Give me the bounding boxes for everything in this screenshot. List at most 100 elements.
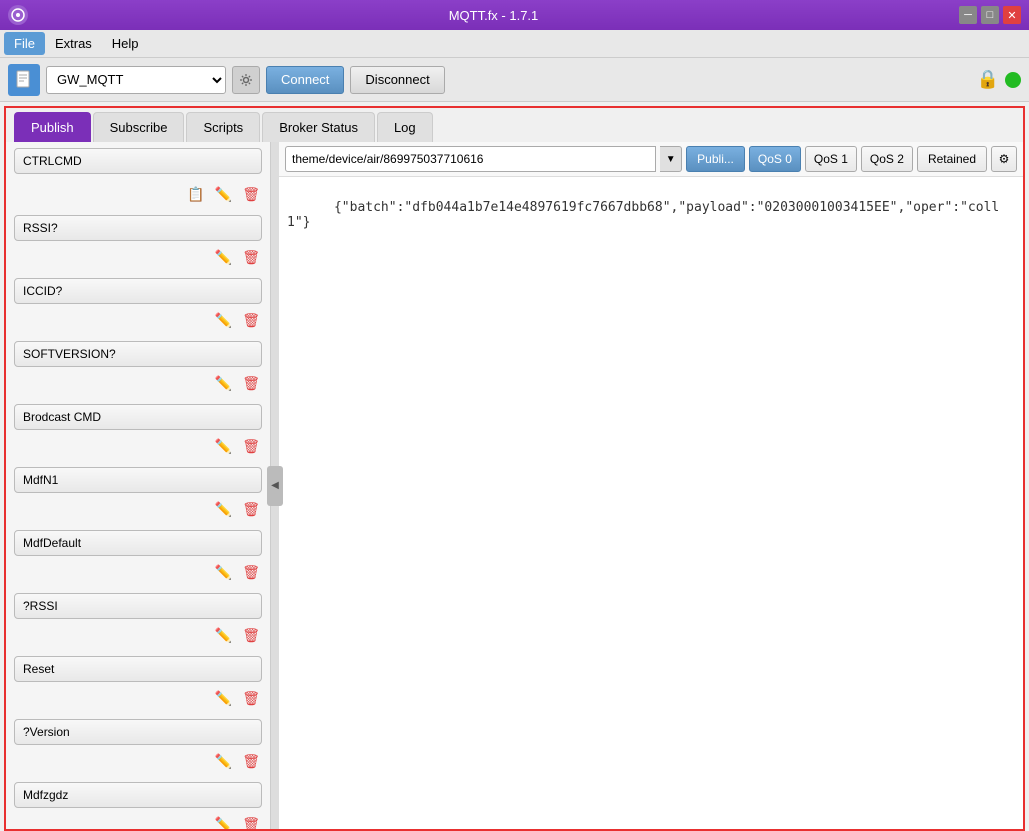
document-icon [15, 70, 33, 90]
message-area[interactable]: {"batch":"dfb044a1b7e14e4897619fc7667dbb… [279, 177, 1023, 829]
list-item-button-mdfzgdz[interactable]: Mdfzgdz [14, 782, 262, 808]
qos0-button[interactable]: QoS 0 [749, 146, 801, 172]
gear-icon [239, 73, 253, 87]
topic-input[interactable] [285, 146, 656, 172]
list-item-button-rssi[interactable]: RSSI? [14, 215, 262, 241]
list-item-icons: ✏️ 🗑 [6, 751, 270, 776]
retained-button[interactable]: Retained [917, 146, 987, 172]
list-item-icons: ✏️ 🗑 [6, 688, 270, 713]
toolbar-right: 🔒 [977, 69, 1021, 90]
copy-icon-button[interactable]: 📋 [185, 184, 206, 205]
window-title: MQTT.fx - 1.7.1 [28, 8, 959, 23]
edit-icon-button-9[interactable]: ✏️ [213, 751, 234, 772]
edit-icon-button-10[interactable]: ✏️ [213, 814, 234, 829]
edit-icon-button-8[interactable]: ✏️ [213, 688, 234, 709]
list-item: ?Version [6, 713, 270, 751]
list-item-icons: ✏️ 🗑 [6, 562, 270, 587]
edit-icon-button-1[interactable]: ✏️ [213, 247, 234, 268]
minimize-button[interactable]: ─ [959, 6, 977, 24]
delete-icon-button-5[interactable]: 🗑 [240, 499, 262, 520]
list-item: ICCID? [6, 272, 270, 310]
doc-icon [8, 64, 40, 96]
list-item: Reset [6, 650, 270, 688]
message-content: {"batch":"dfb044a1b7e14e4897619fc7667dbb… [287, 200, 999, 230]
list-item: RSSI? [6, 209, 270, 247]
more-options-icon: ⚙ [999, 152, 1010, 166]
connect-button[interactable]: Connect [266, 66, 344, 94]
list-item-icons: ✏️ 🗑 [6, 625, 270, 650]
list-item: MdfDefault [6, 524, 270, 562]
maximize-button[interactable]: □ [981, 6, 999, 24]
close-button[interactable]: ✕ [1003, 6, 1021, 24]
toolbar: GW_MQTT Connect Disconnect 🔒 [0, 58, 1029, 102]
tabs-bar: Publish Subscribe Scripts Broker Status … [4, 106, 1025, 142]
tab-scripts[interactable]: Scripts [186, 112, 260, 142]
edit-icon-button-2[interactable]: ✏️ [213, 310, 234, 331]
list-item-icons: ✏️ 🗑 [6, 499, 270, 524]
topic-dropdown-button[interactable]: ▼ [660, 146, 682, 172]
list-item: ?RSSI [6, 587, 270, 625]
list-item: Mdfzgdz [6, 776, 270, 814]
menu-file[interactable]: File [4, 32, 45, 55]
publish-toolbar: ▼ Publi... QoS 0 QoS 1 QoS 2 Retained ⚙ [279, 142, 1023, 177]
list-item-button-reset[interactable]: Reset [14, 656, 262, 682]
left-panel: CTRLCMD 📋 ✏️ 🗑 RSSI? ✏️ 🗑 ICCID? ✏️ 🗑 SO… [6, 142, 271, 829]
delete-icon-button-7[interactable]: 🗑 [240, 625, 262, 646]
tab-broker-status[interactable]: Broker Status [262, 112, 375, 142]
title-bar: MQTT.fx - 1.7.1 ─ □ ✕ [0, 0, 1029, 30]
delete-icon-button-6[interactable]: 🗑 [240, 562, 262, 583]
menu-extras[interactable]: Extras [45, 32, 102, 55]
content-area: CTRLCMD 📋 ✏️ 🗑 RSSI? ✏️ 🗑 ICCID? ✏️ 🗑 SO… [4, 142, 1025, 831]
panel-divider[interactable]: ◀ [271, 142, 279, 829]
delete-icon-button-10[interactable]: 🗑 [240, 814, 262, 829]
connection-status-dot [1005, 72, 1021, 88]
tab-subscribe[interactable]: Subscribe [93, 112, 185, 142]
list-item-icons: ✏️ 🗑 [6, 436, 270, 461]
edit-icon-button-0[interactable]: ✏️ [213, 184, 234, 205]
list-item-icons: ✏️ 🗑 [6, 310, 270, 335]
left-panel-top-icons: 📋 ✏️ 🗑 [6, 180, 270, 209]
edit-icon-button-3[interactable]: ✏️ [213, 373, 234, 394]
list-item-button-mdfn1[interactable]: MdfN1 [14, 467, 262, 493]
list-item-icons: ✏️ 🗑 [6, 373, 270, 398]
edit-icon-button-7[interactable]: ✏️ [213, 625, 234, 646]
tab-log[interactable]: Log [377, 112, 433, 142]
list-item: CTRLCMD [6, 142, 270, 180]
list-item-button-mdfdefault[interactable]: MdfDefault [14, 530, 262, 556]
list-item: Brodcast CMD [6, 398, 270, 436]
edit-icon-button-5[interactable]: ✏️ [213, 499, 234, 520]
settings-button[interactable] [232, 66, 260, 94]
edit-icon-button-6[interactable]: ✏️ [213, 562, 234, 583]
delete-icon-button-8[interactable]: 🗑 [240, 688, 262, 709]
tab-publish[interactable]: Publish [14, 112, 91, 142]
list-item-icons: ✏️ 🗑 [6, 247, 270, 272]
list-item: SOFTVERSION? [6, 335, 270, 373]
edit-icon-button-4[interactable]: ✏️ [213, 436, 234, 457]
menu-help[interactable]: Help [102, 32, 149, 55]
window-controls: ─ □ ✕ [959, 6, 1021, 24]
list-item-button-iccid[interactable]: ICCID? [14, 278, 262, 304]
more-options-button[interactable]: ⚙ [991, 146, 1017, 172]
delete-icon-button-3[interactable]: 🗑 [240, 373, 262, 394]
app-icon [8, 5, 28, 25]
list-item-button-qversion[interactable]: ?Version [14, 719, 262, 745]
app-logo-icon [11, 8, 25, 22]
disconnect-button[interactable]: Disconnect [350, 66, 444, 94]
list-item: MdfN1 [6, 461, 270, 499]
qos1-button[interactable]: QoS 1 [805, 146, 857, 172]
collapse-panel-button[interactable]: ◀ [267, 466, 283, 506]
qos2-button[interactable]: QoS 2 [861, 146, 913, 172]
delete-icon-button-0[interactable]: 🗑 [240, 184, 262, 205]
delete-icon-button-4[interactable]: 🗑 [240, 436, 262, 457]
lock-icon: 🔒 [977, 69, 999, 90]
list-item-button-ctrlcmd[interactable]: CTRLCMD [14, 148, 262, 174]
publish-button[interactable]: Publi... [686, 146, 745, 172]
list-item-button-softversion[interactable]: SOFTVERSION? [14, 341, 262, 367]
right-panel: ▼ Publi... QoS 0 QoS 1 QoS 2 Retained ⚙ … [279, 142, 1023, 829]
list-item-button-brodcast[interactable]: Brodcast CMD [14, 404, 262, 430]
delete-icon-button-2[interactable]: 🗑 [240, 310, 262, 331]
list-item-button-qrssi[interactable]: ?RSSI [14, 593, 262, 619]
connection-select[interactable]: GW_MQTT [46, 66, 226, 94]
delete-icon-button-1[interactable]: 🗑 [240, 247, 262, 268]
delete-icon-button-9[interactable]: 🗑 [240, 751, 262, 772]
